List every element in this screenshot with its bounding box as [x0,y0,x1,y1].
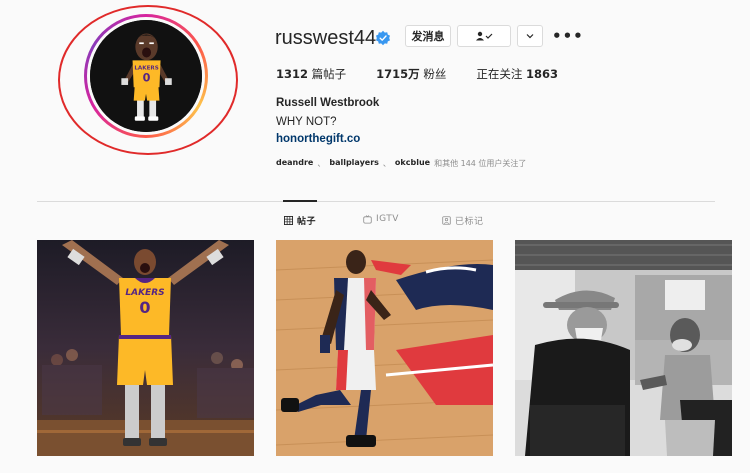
followers-label: 粉丝 [423,67,447,81]
more-options-icon[interactable]: ••• [552,29,584,44]
profile-stats: 1312 篇帖子 1715万 粉丝 正在关注 1863 [276,66,588,82]
posts-count: 1312 [276,67,309,81]
svg-text:0: 0 [139,298,150,317]
story-ring[interactable]: LAKERS 0 [84,14,208,138]
grid-icon [284,216,293,225]
suggestions-dropdown-button[interactable] [517,25,543,47]
chevron-down-icon [526,34,534,39]
followed-by-suffix: 和其他 144 位用户关注了 [434,159,527,168]
post-thumbnail[interactable]: LAKERS 0 [37,240,254,456]
followers-stat[interactable]: 1715万 粉丝 [376,66,446,82]
following-label: 正在关注 [476,67,523,81]
tab-tagged-label: 已标记 [455,217,484,227]
posts-stat: 1312 篇帖子 [276,66,346,82]
svg-text:LAKERS: LAKERS [134,65,158,71]
posts-label: 篇帖子 [311,67,347,81]
avatar[interactable]: LAKERS 0 [90,20,202,132]
tab-posts-label: 帖子 [297,217,317,227]
svg-text:LAKERS: LAKERS [125,288,164,298]
following-stat[interactable]: 正在关注 1863 [476,66,558,82]
igtv-icon [363,214,372,224]
profile-username: russwest44 [275,27,377,49]
tab-igtv-label: IGTV [376,214,399,224]
tab-tagged[interactable]: 已标记 [442,214,484,227]
svg-text:0: 0 [143,72,151,85]
post-image-celebration: LAKERS 0 [37,240,254,456]
avatar-caricature-image: LAKERS 0 [90,20,202,132]
profile-full-name: Russell Westbrook [276,97,380,109]
profile-website-link[interactable]: honorthegift.co [276,133,360,145]
message-button[interactable]: 发消息 [405,25,451,47]
tag-icon [442,216,451,225]
post-image-wizards-game [276,240,493,456]
followed-by[interactable]: deandre、 ballplayers、 okcblue 和其他 144 位用… [276,158,526,169]
post-image-courtside-bw [515,240,732,456]
verified-badge-icon [376,30,390,46]
post-thumbnail[interactable] [276,240,493,456]
tabs-divider [37,201,715,202]
person-check-icon [476,31,493,41]
tab-igtv[interactable]: IGTV [363,214,399,224]
followed-by-user: okcblue [394,158,431,167]
following-dropdown-button[interactable] [457,25,511,47]
tab-posts[interactable]: 帖子 [284,214,316,227]
following-count: 1863 [526,67,559,81]
followers-count: 1715万 [376,67,420,81]
followed-by-user: deandre [276,158,314,167]
post-thumbnail[interactable] [515,240,732,456]
profile-bio: WHY NOT? [276,116,337,128]
followed-by-user: ballplayers [329,158,379,167]
active-tab-indicator [283,200,317,202]
